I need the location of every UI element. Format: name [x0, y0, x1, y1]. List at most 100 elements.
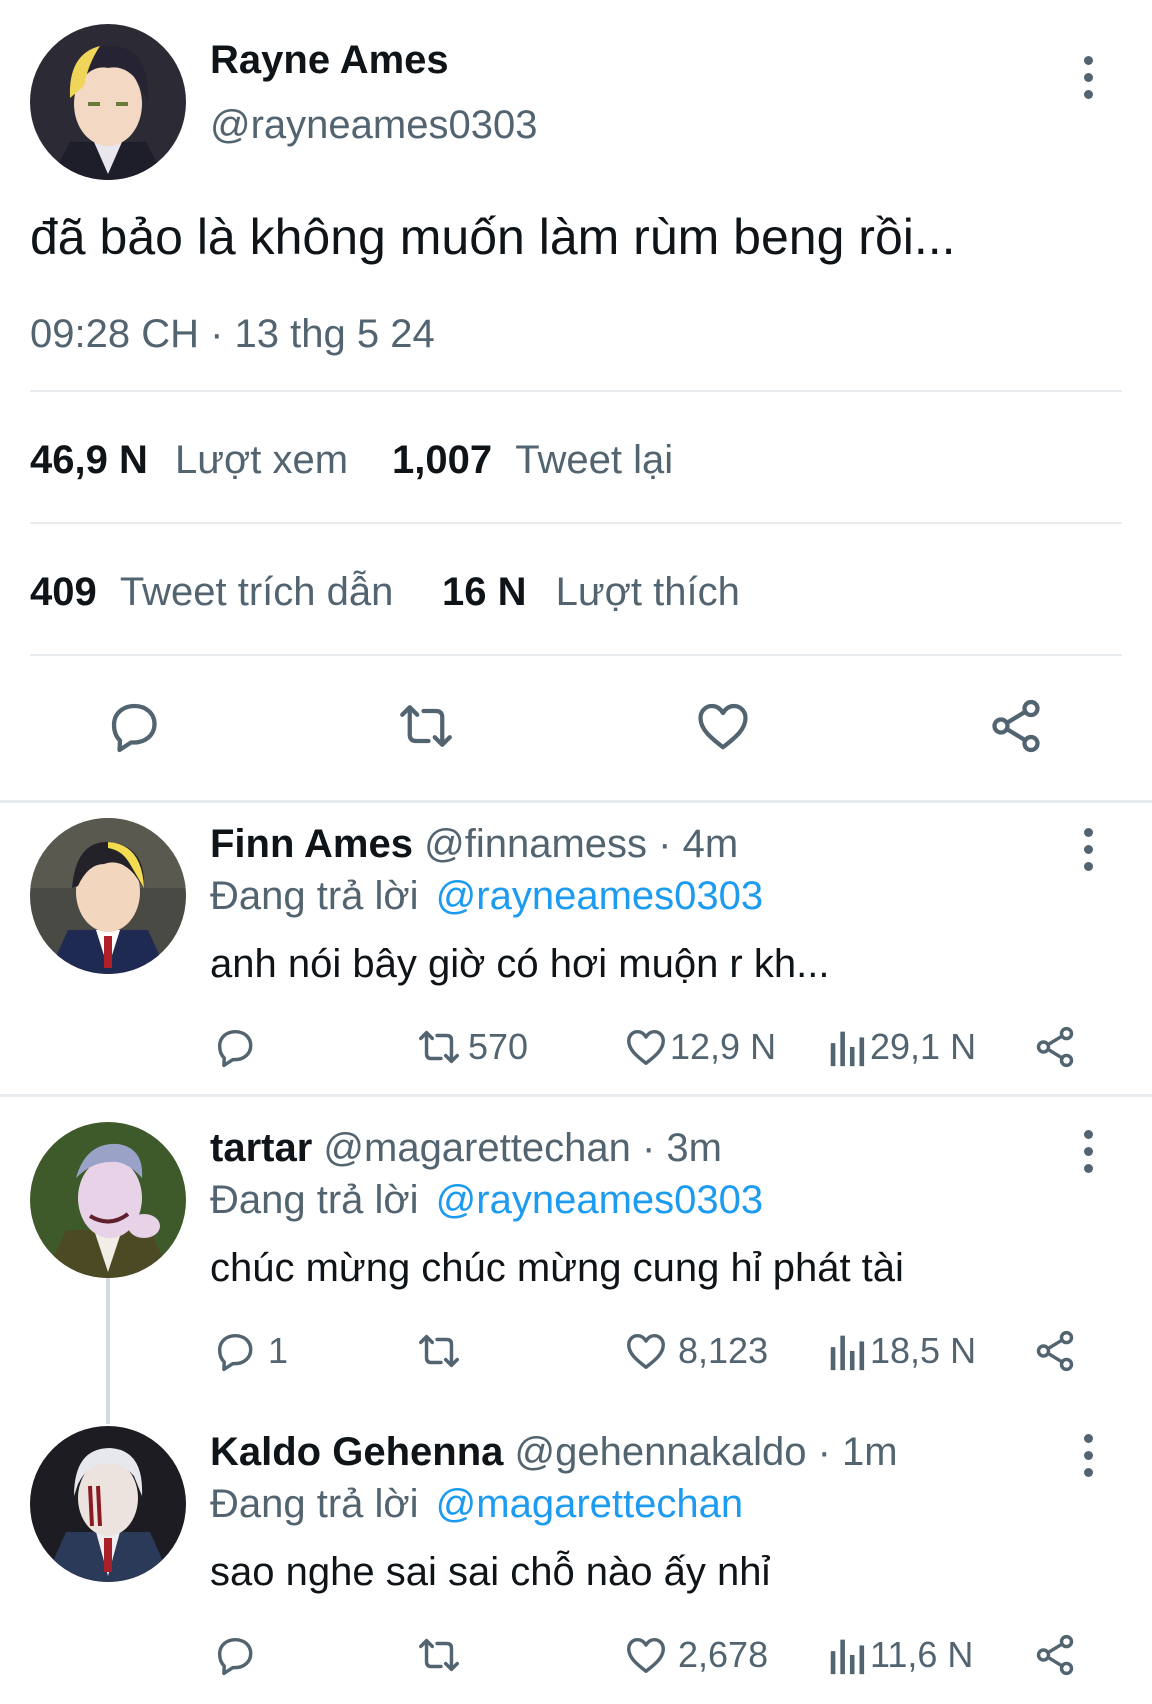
heart-icon [627, 1333, 665, 1370]
share-icon [992, 699, 1040, 753]
more-options-icon[interactable] [1076, 828, 1100, 878]
replying-to-mention[interactable]: @rayneames0303 [436, 1178, 763, 1222]
reply-button[interactable] [104, 696, 164, 756]
reply-text: chúc mừng chúc mừng cung hỉ phát tài [210, 1246, 904, 1290]
retweet-icon [419, 1334, 459, 1368]
reply-icon [217, 1333, 253, 1372]
replying-to: Đang trả lời @rayneames0303 [210, 1178, 763, 1223]
likes-count: 16 N [442, 570, 527, 614]
reply-count: 1 [268, 1330, 289, 1371]
quotes-count: 409 [30, 570, 97, 614]
replying-to-label: Đang trả lời [210, 874, 419, 918]
retweets-label: Tweet lại [515, 438, 674, 482]
reply-author-handle[interactable]: @magarettechan [323, 1126, 630, 1170]
heart-icon [698, 703, 748, 750]
reply-text: anh nói bây giờ có hơi muộn r kh... [210, 942, 830, 986]
replying-to-label: Đang trả lời [210, 1482, 419, 1526]
divider [30, 654, 1122, 656]
reply-header: Kaldo Gehenna @gehennakaldo · 1m [210, 1430, 898, 1475]
retweet-button[interactable] [414, 1328, 468, 1374]
like-button[interactable]: 8,123 [622, 1328, 768, 1374]
avatar[interactable] [30, 1426, 186, 1582]
share-icon [1036, 1634, 1074, 1676]
views-stat[interactable]: 46,9 N Lượt xem [30, 438, 348, 483]
share-button[interactable] [1032, 1328, 1078, 1374]
avatar[interactable] [30, 24, 186, 180]
views-button[interactable]: 18,5 N [828, 1328, 976, 1374]
retweet-count: 570 [468, 1026, 529, 1067]
author-handle[interactable]: @rayneames0303 [210, 103, 537, 148]
like-count: 8,123 [678, 1330, 769, 1371]
views-count: 46,9 N [30, 438, 148, 482]
avatar[interactable] [30, 1122, 186, 1278]
retweet-button[interactable] [394, 696, 458, 756]
views-button[interactable]: 29,1 N [828, 1024, 976, 1070]
section-divider [0, 800, 1152, 803]
likes-label: Lượt thích [555, 570, 740, 614]
reply-author-name[interactable]: tartar [210, 1126, 312, 1170]
reply-icon [111, 703, 157, 753]
retweet-button[interactable] [414, 1632, 468, 1678]
section-divider [0, 1094, 1152, 1097]
more-options-icon[interactable] [1076, 56, 1100, 106]
retweet-icon [419, 1030, 459, 1064]
tweet-timestamp[interactable]: 09:28 CH · 13 thg 5 24 [30, 312, 435, 357]
share-button[interactable] [1032, 1632, 1078, 1678]
analytics-icon [830, 1031, 865, 1067]
reply-icon [217, 1029, 253, 1068]
views-button[interactable]: 11,6 N [828, 1632, 973, 1678]
share-button[interactable] [1032, 1024, 1078, 1070]
reply-header: Finn Ames @finnamess · 4m [210, 822, 738, 867]
reply-text: sao nghe sai sai chỗ nào ấy nhỉ [210, 1550, 771, 1594]
like-button[interactable]: 2,678 [622, 1632, 768, 1678]
reply-author-name[interactable]: Finn Ames [210, 822, 413, 866]
analytics-icon [830, 1639, 865, 1675]
reply-time: · 4m [658, 822, 739, 866]
divider [30, 390, 1122, 392]
author-name[interactable]: Rayne Ames [210, 38, 449, 83]
like-button[interactable] [692, 696, 754, 756]
divider [30, 522, 1122, 524]
heart-icon [627, 1637, 665, 1674]
share-icon [1036, 1330, 1074, 1372]
retweets-stat[interactable]: 1,007 Tweet lại [392, 438, 673, 483]
reply-time: · 1m [817, 1430, 898, 1474]
quotes-stat[interactable]: 409 Tweet trích dẫn [30, 570, 393, 615]
analytics-icon [830, 1335, 865, 1371]
retweet-icon [419, 1638, 459, 1672]
heart-icon [627, 1029, 665, 1066]
reply-button[interactable]: 1 [212, 1328, 288, 1374]
share-icon [1036, 1026, 1074, 1068]
more-options-icon[interactable] [1076, 1130, 1100, 1180]
replying-to-mention[interactable]: @magarettechan [436, 1482, 743, 1526]
view-count: 29,1 N [870, 1026, 977, 1067]
like-button[interactable]: 12,9 N [622, 1024, 776, 1070]
retweet-button[interactable]: 570 [414, 1024, 528, 1070]
reply-button[interactable] [212, 1024, 266, 1070]
like-count: 12,9 N [670, 1026, 777, 1067]
reply-header: tartar @magarettechan · 3m [210, 1126, 722, 1171]
like-count: 2,678 [678, 1634, 769, 1675]
share-button[interactable] [986, 696, 1046, 756]
quotes-label: Tweet trích dẫn [119, 570, 394, 614]
retweets-count: 1,007 [392, 438, 493, 482]
view-count: 11,6 N [870, 1634, 974, 1675]
tweet-text: đã bảo là không muốn làm rùm beng rồi... [30, 209, 956, 265]
reply-time: · 3m [641, 1126, 722, 1170]
replying-to-label: Đang trả lời [210, 1178, 419, 1222]
reply-icon [217, 1637, 253, 1676]
views-label: Lượt xem [174, 438, 349, 482]
thread-line [106, 1276, 110, 1424]
replying-to: Đang trả lời @rayneames0303 [210, 874, 763, 919]
view-count: 18,5 N [870, 1330, 977, 1371]
reply-author-handle[interactable]: @finnamess [424, 822, 647, 866]
more-options-icon[interactable] [1076, 1434, 1100, 1484]
reply-button[interactable] [212, 1632, 266, 1678]
avatar[interactable] [30, 818, 186, 974]
replying-to: Đang trả lời @magarettechan [210, 1482, 743, 1527]
likes-stat[interactable]: 16 N Lượt thích [442, 570, 740, 615]
replying-to-mention[interactable]: @rayneames0303 [436, 874, 763, 918]
reply-author-name[interactable]: Kaldo Gehenna [210, 1430, 503, 1474]
retweet-icon [400, 705, 452, 747]
reply-author-handle[interactable]: @gehennakaldo [515, 1430, 807, 1474]
